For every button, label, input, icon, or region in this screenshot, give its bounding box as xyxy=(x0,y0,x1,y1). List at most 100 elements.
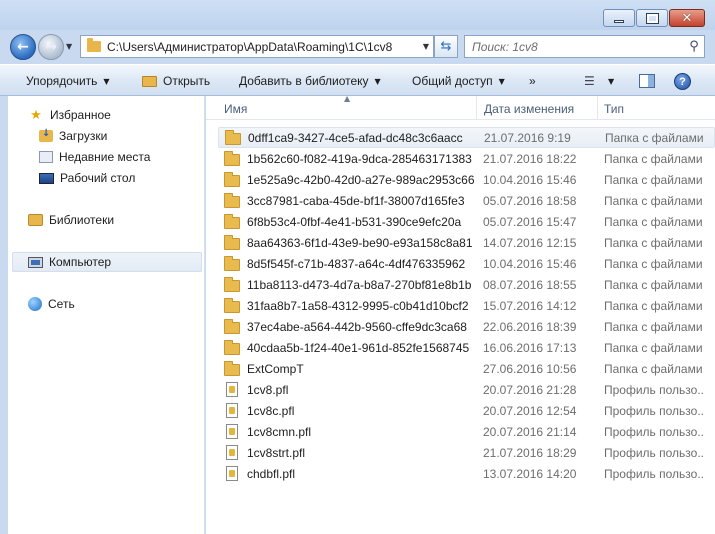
maximize-button[interactable] xyxy=(636,9,668,27)
file-row[interactable]: 40cdaa5b-1f24-40e1-961d-852fe1568745 16.0… xyxy=(218,337,715,358)
file-row[interactable]: 1b562c60-f082-419a-9dca-285463171383 21.0… xyxy=(218,148,715,169)
folder-icon xyxy=(224,171,240,187)
folder-icon xyxy=(224,276,240,292)
chevron-down-icon: ▼ xyxy=(374,76,381,86)
open-button[interactable]: Открыть xyxy=(142,74,210,88)
share-button[interactable]: Общий доступ ▼ xyxy=(412,74,505,88)
refresh-button[interactable]: ⇆ xyxy=(434,35,458,58)
folder-icon xyxy=(224,360,240,376)
file-row[interactable]: 1cv8cmn.pfl 20.07.2016 21:14 Профиль польз… xyxy=(218,421,715,442)
sidebar-item-recent[interactable]: Недавние места xyxy=(39,150,150,164)
sidebar-item-label: Сеть xyxy=(48,297,75,311)
file-type: Профиль пользо... xyxy=(604,382,704,397)
file-date: 21.07.2016 18:22 xyxy=(483,151,577,166)
file-date: 20.07.2016 21:14 xyxy=(483,424,577,439)
file-row[interactable]: 6f8b53c4-0fbf-4e41-b531-390ce9efc20a 05.0… xyxy=(218,211,715,232)
file-row[interactable]: 1cv8c.pfl 20.07.2016 12:54 Профиль пользо.… xyxy=(218,400,715,421)
folder-icon xyxy=(224,192,240,208)
add-to-library-button[interactable]: Добавить в библиотеку ▼ xyxy=(239,74,381,88)
file-row[interactable]: ExtCompT 27.06.2016 10:56 Папка с файлами xyxy=(218,358,715,379)
folder-icon xyxy=(224,213,240,229)
chevron-down-icon: ▼ xyxy=(103,76,110,86)
file-row[interactable]: 0dff1ca9-3427-4ce5-afad-dc48c3c6aacc 21.0… xyxy=(218,127,715,148)
open-label: Открыть xyxy=(163,74,211,88)
file-list: ▲ Имя Дата изменения Тип 0dff1ca9-3427-4… xyxy=(206,94,715,534)
file-row[interactable]: 3cc87981-caba-45de-bf1f-38007d165fe3 05.0… xyxy=(218,190,715,211)
organize-label: Упорядочить xyxy=(26,74,98,88)
back-button[interactable]: ← xyxy=(10,34,36,60)
file-name: 3cc87981-caba-45de-bf1f-38007d165fe3 xyxy=(247,193,465,208)
sidebar-item-label: Библиотеки xyxy=(49,213,115,227)
address-path[interactable]: C:\Users\Администратор\AppData\Roaming\1… xyxy=(107,40,419,54)
more-commands-button[interactable]: » xyxy=(529,74,536,88)
star-icon: ★ xyxy=(30,107,42,123)
window-titlebar: ✕ xyxy=(0,0,715,30)
file-name: 1cv8c.pfl xyxy=(247,403,295,418)
preview-pane-icon[interactable] xyxy=(639,74,655,88)
folder-icon xyxy=(224,339,240,355)
file-date: 13.07.2016 14:20 xyxy=(483,466,577,481)
file-row[interactable]: 1cv8strt.pfl 21.07.2016 18:29 Профиль поль… xyxy=(218,442,715,463)
sidebar-item-favorites[interactable]: ★ Избранное xyxy=(28,107,111,123)
file-date: 21.07.2016 18:29 xyxy=(483,445,577,460)
file-row[interactable]: 8aa64363-6f1d-43e9-be90-e93a158c8a81 14.0… xyxy=(218,232,715,253)
file-row[interactable]: 8d5f545f-c71b-4837-a64c-4df476335962 10.0… xyxy=(218,253,715,274)
column-header-date[interactable]: Дата изменения xyxy=(484,102,574,116)
close-button[interactable]: ✕ xyxy=(669,9,705,27)
file-name: 8aa64363-6f1d-43e9-be90-e93a158c8a81 xyxy=(247,235,473,250)
recent-places-icon xyxy=(39,151,53,163)
address-history-dropdown[interactable]: ▼ xyxy=(419,42,433,51)
search-box[interactable]: ⚲ xyxy=(464,35,705,58)
column-divider[interactable] xyxy=(476,96,477,120)
file-name: 8d5f545f-c71b-4837-a64c-4df476335962 xyxy=(247,256,466,271)
back-arrow-icon: ← xyxy=(17,39,29,55)
profile-file-icon xyxy=(226,424,238,439)
file-date: 10.04.2016 15:46 xyxy=(483,256,577,271)
file-type: Папка с файлами xyxy=(604,193,703,208)
file-row[interactable]: chdbfl.pfl 13.07.2016 14:20 Профиль пользо… xyxy=(218,463,715,484)
file-row[interactable]: 1cv8.pfl 20.07.2016 21:28 Профиль пользо..… xyxy=(218,379,715,400)
folder-icon xyxy=(224,234,240,250)
file-date: 05.07.2016 15:47 xyxy=(483,214,577,229)
open-folder-icon xyxy=(142,75,157,87)
change-view-icon[interactable]: ☰ xyxy=(584,74,595,88)
forward-button[interactable]: → xyxy=(38,34,64,60)
file-type: Папка с файлами xyxy=(604,361,703,376)
file-date: 15.07.2016 14:12 xyxy=(483,298,577,313)
file-name: 1cv8.pfl xyxy=(247,382,289,397)
sidebar-item-libraries[interactable]: Библиотеки xyxy=(28,213,114,227)
file-row[interactable]: 1e525a9c-42b0-42d0-a27e-989ac2953c66 10.0… xyxy=(218,169,715,190)
organize-button[interactable]: Упорядочить ▼ xyxy=(26,74,110,88)
file-date: 27.06.2016 10:56 xyxy=(483,361,577,376)
minimize-icon xyxy=(614,19,624,23)
column-divider[interactable] xyxy=(597,96,598,120)
file-name: ExtCompT xyxy=(247,361,304,376)
search-icon[interactable]: ⚲ xyxy=(684,39,704,54)
sidebar-item-desktop[interactable]: Рабочий стол xyxy=(39,171,135,185)
file-name: 1e525a9c-42b0-42d0-a27e-989ac2953c66 xyxy=(247,172,475,187)
sidebar-item-computer[interactable]: Компьютер xyxy=(12,252,202,272)
file-type: Папка с файлами xyxy=(604,235,703,250)
close-icon: ✕ xyxy=(681,10,693,26)
file-name: chdbfl.pfl xyxy=(247,466,296,481)
more-label: » xyxy=(529,74,536,88)
column-header-name[interactable]: Имя xyxy=(224,102,247,116)
column-header-type[interactable]: Тип xyxy=(604,102,624,116)
file-name: 0dff1ca9-3427-4ce5-afad-dc48c3c6aacc xyxy=(248,130,463,145)
folder-icon xyxy=(225,129,241,145)
search-input[interactable] xyxy=(472,39,684,54)
file-name: 31faa8b7-1a58-4312-9995-c0b41d10bcf2 xyxy=(247,298,469,313)
help-icon[interactable]: ? xyxy=(674,73,691,90)
sidebar-item-downloads[interactable]: Загрузки xyxy=(39,128,107,143)
file-row[interactable]: 37ec4abe-a564-442b-9560-cffe9dc3ca68 22.0… xyxy=(218,316,715,337)
recent-pages-dropdown[interactable]: ▼ xyxy=(66,42,72,51)
sort-ascending-icon: ▲ xyxy=(344,94,351,103)
views-dropdown[interactable]: ▼ xyxy=(608,77,614,86)
file-type: Папка с файлами xyxy=(604,256,703,271)
file-row[interactable]: 31faa8b7-1a58-4312-9995-c0b41d10bcf2 15.0… xyxy=(218,295,715,316)
sidebar-item-network[interactable]: Сеть xyxy=(28,297,75,311)
minimize-button[interactable] xyxy=(603,9,635,27)
address-bar[interactable]: C:\Users\Администратор\AppData\Roaming\1… xyxy=(80,35,434,58)
file-row[interactable]: 11ba8113-d473-4d7a-b8a7-270bf81e8b1b 08.0… xyxy=(218,274,715,295)
sidebar-item-label: Рабочий стол xyxy=(60,171,136,185)
